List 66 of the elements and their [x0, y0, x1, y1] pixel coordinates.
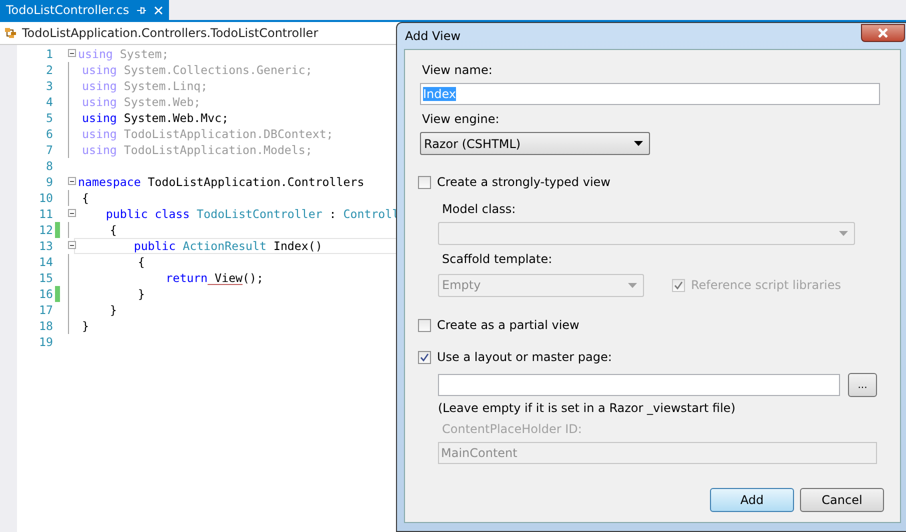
checkbox-label: Create as a partial view	[437, 318, 580, 332]
code-line: using System.Web;	[81, 94, 202, 110]
code-line: {	[108, 222, 118, 238]
dialog-button[interactable]: Add	[710, 488, 794, 512]
close-button[interactable]	[861, 24, 905, 42]
code-line: using System.Collections.Generic;	[81, 62, 314, 78]
browse-button[interactable]: ...	[848, 373, 877, 397]
class-icon	[4, 27, 18, 39]
line-number: 4	[45, 95, 53, 109]
field-label: View engine:	[422, 112, 500, 126]
checkbox[interactable]	[418, 176, 431, 188]
collapse-icon[interactable]	[68, 241, 76, 249]
line-number: 2	[45, 63, 53, 77]
field-label: Scaffold template:	[442, 252, 554, 266]
dropdown-arrow-icon[interactable]	[634, 141, 643, 146]
field-label: View name:	[422, 63, 494, 77]
code-line: using System;	[77, 46, 170, 62]
line-number: 9	[45, 175, 53, 189]
field-label: ContentPlaceHolder ID:	[442, 422, 583, 436]
checkbox-label: Reference script libraries	[691, 278, 841, 292]
line-number: 14	[38, 255, 53, 269]
collapse-icon[interactable]	[68, 177, 76, 185]
line-number: 12	[38, 223, 53, 237]
checkbox[interactable]	[418, 318, 431, 332]
file-tab[interactable]: TodoListController.cs	[0, 0, 170, 20]
checkbox-label: Create a strongly-typed view	[437, 175, 610, 189]
code-line: {	[136, 254, 146, 270]
collapse-icon[interactable]	[68, 49, 76, 57]
line-number: 15	[38, 271, 53, 285]
code-line: }	[136, 286, 146, 302]
layout-hint: (Leave empty if it is set in a Razor _viewstart file)	[438, 401, 736, 415]
dialog-title: Add View	[405, 29, 461, 43]
pin-icon[interactable]	[137, 6, 146, 14]
close-icon[interactable]	[154, 6, 164, 14]
code-line: using System.Linq;	[81, 78, 209, 94]
line-number: 11	[38, 207, 53, 221]
line-number: 10	[38, 191, 53, 205]
line-number: 17	[38, 303, 53, 317]
view-engine-dropdown[interactable]: Razor (CSHTML)	[420, 132, 650, 155]
line-number: 6	[45, 127, 53, 141]
line-number: 18	[38, 319, 53, 333]
line-number: 8	[45, 159, 53, 173]
code-line: namespace TodoListApplication.Controllers	[77, 174, 366, 190]
line-number: 16	[38, 287, 53, 301]
dialog-button[interactable]: Cancel	[800, 488, 884, 512]
code-line: }	[81, 318, 90, 334]
collapse-icon[interactable]	[68, 209, 76, 217]
code-line: {	[81, 190, 90, 206]
class-path[interactable]: TodoListApplication.Controllers.TodoListController	[22, 26, 318, 40]
code-line: return View();	[164, 270, 264, 286]
line-number: 7	[45, 143, 53, 157]
line-number: 13	[38, 239, 53, 253]
code-line: using TodoListApplication.DBContext;	[81, 126, 334, 142]
checkbox[interactable]	[418, 350, 431, 364]
code-line: public class TodoListController : Controll	[104, 206, 399, 222]
field-label: Model class:	[442, 202, 517, 216]
checkbox-label: Use a layout or master page:	[437, 350, 612, 364]
line-number: 19	[38, 335, 53, 349]
line-number: 5	[45, 111, 53, 125]
layout-path-field[interactable]	[438, 374, 840, 396]
code-line: }	[108, 302, 118, 318]
line-number: 1	[45, 47, 53, 61]
code-line: using TodoListApplication.Models;	[81, 142, 314, 158]
code-line: using System.Web.Mvc;	[81, 110, 230, 126]
line-number: 3	[45, 79, 53, 93]
close-icon[interactable]	[877, 28, 889, 38]
